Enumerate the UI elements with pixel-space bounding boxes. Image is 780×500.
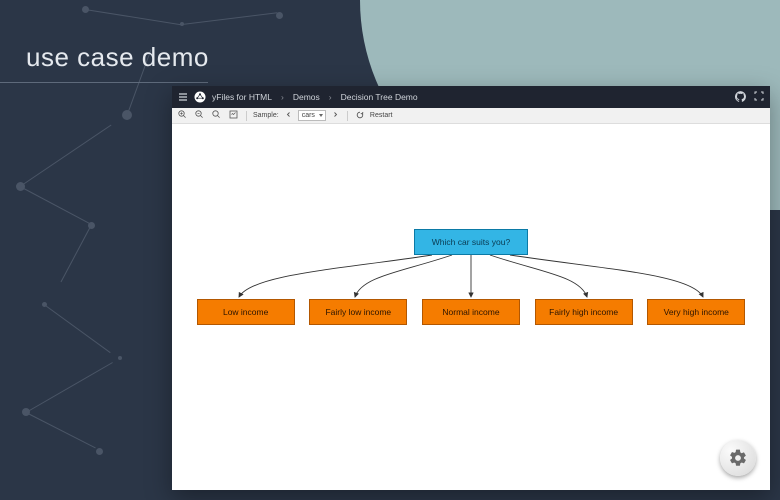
zoom-reset-icon[interactable] bbox=[193, 110, 206, 121]
child-node-fairly-high-income[interactable]: Fairly high income bbox=[535, 299, 633, 325]
breadcrumb-current: Decision Tree Demo bbox=[341, 92, 418, 102]
child-node-label: Normal income bbox=[442, 307, 499, 317]
page-headline: use case demo bbox=[26, 42, 209, 73]
sample-dropdown-value: cars bbox=[302, 112, 315, 119]
breadcrumb-demos[interactable]: Demos bbox=[293, 92, 320, 102]
child-node-row: Low income Fairly low income Normal inco… bbox=[172, 299, 770, 325]
prev-sample-icon[interactable] bbox=[283, 111, 294, 120]
sample-label: Sample: bbox=[253, 112, 279, 119]
root-node-label: Which car suits you? bbox=[432, 237, 510, 247]
zoom-out-icon[interactable] bbox=[210, 110, 223, 121]
sample-dropdown[interactable]: cars bbox=[298, 110, 326, 121]
fit-content-icon[interactable] bbox=[227, 110, 240, 121]
toolbar: Sample: cars Restart bbox=[172, 108, 770, 124]
yfiles-logo-icon bbox=[194, 91, 206, 103]
restart-button[interactable]: Restart bbox=[370, 112, 393, 119]
child-node-low-income[interactable]: Low income bbox=[197, 299, 295, 325]
fullscreen-icon[interactable] bbox=[754, 91, 764, 103]
product-name: yFiles for HTML bbox=[212, 92, 272, 102]
demo-app-window: yFiles for HTML › Demos › Decision Tree … bbox=[172, 86, 770, 490]
child-node-label: Very high income bbox=[664, 307, 729, 317]
child-node-label: Fairly low income bbox=[325, 307, 391, 317]
child-node-normal-income[interactable]: Normal income bbox=[422, 299, 520, 325]
child-node-label: Low income bbox=[223, 307, 268, 317]
root-node[interactable]: Which car suits you? bbox=[414, 229, 528, 255]
headline-underline bbox=[0, 82, 208, 83]
chevron-right-icon: › bbox=[281, 92, 284, 102]
child-node-label: Fairly high income bbox=[549, 307, 618, 317]
menu-icon[interactable] bbox=[178, 92, 188, 102]
next-sample-icon[interactable] bbox=[330, 111, 341, 120]
zoom-in-icon[interactable] bbox=[176, 110, 189, 121]
settings-button[interactable] bbox=[720, 440, 756, 476]
child-node-fairly-low-income[interactable]: Fairly low income bbox=[309, 299, 407, 325]
github-icon[interactable] bbox=[735, 91, 746, 104]
restart-icon[interactable] bbox=[354, 111, 366, 121]
graph-canvas[interactable]: Which car suits you? Low income Fairly l… bbox=[172, 124, 770, 490]
gear-icon bbox=[728, 448, 748, 468]
child-node-very-high-income[interactable]: Very high income bbox=[647, 299, 745, 325]
titlebar: yFiles for HTML › Demos › Decision Tree … bbox=[172, 86, 770, 108]
chevron-right-icon: › bbox=[329, 92, 332, 102]
